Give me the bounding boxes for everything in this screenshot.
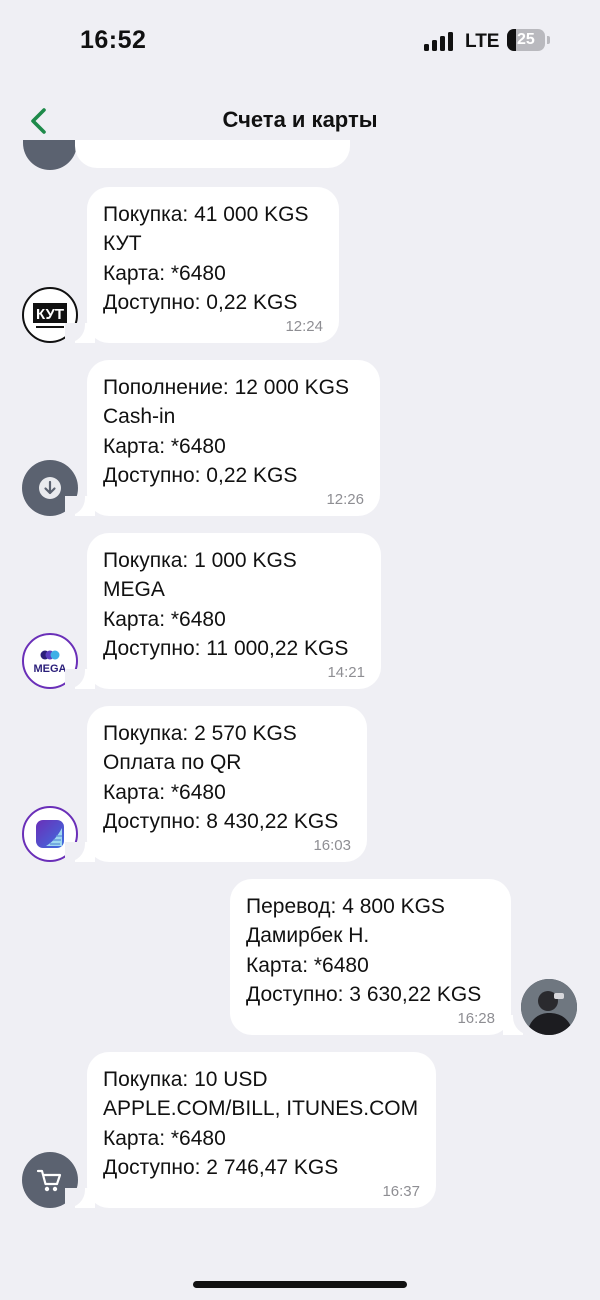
svg-text:КУТ: КУТ (36, 306, 64, 323)
message-line: APPLE.COM/BILL, ITUNES.COM (103, 1097, 419, 1121)
message-line: Перевод: 4 800 KGS (246, 895, 445, 918)
message-line: Карта: *6480 (103, 780, 226, 804)
cellular-signal-icon (424, 31, 454, 51)
message-line: Пополнение: 12 000 KGS (103, 376, 349, 399)
contact-photo-icon (521, 979, 577, 1035)
message-line: Покупка: 41 000 KGS (103, 203, 309, 226)
message-time: 16:28 (457, 1010, 495, 1027)
message-time: 12:26 (326, 491, 364, 508)
svg-text:MEGA: MEGA (34, 663, 67, 675)
message-line: Дамирбек Н. (246, 924, 370, 948)
contact-avatar (521, 979, 577, 1035)
message-line: Карта: *6480 (103, 434, 226, 458)
message-time: 16:37 (382, 1183, 420, 1200)
message-line: Доступно: 0,22 KGS (103, 463, 298, 487)
message-line: Карта: *6480 (246, 953, 369, 977)
message-line: Карта: *6480 (103, 1126, 226, 1150)
message-line: Покупка: 10 USD (103, 1068, 268, 1091)
message-line: Покупка: 1 000 KGS (103, 549, 297, 572)
message-bubble[interactable]: Пополнение: 12 000 KGS Cash-in Карта: *6… (87, 360, 380, 516)
message-line: Доступно: 11 000,22 KGS (103, 636, 349, 660)
status-time: 16:52 (80, 26, 147, 54)
message-bubble[interactable]: Покупка: 41 000 KGS КУТ Карта: *6480 Дос… (87, 187, 339, 343)
message-line: MEGA (103, 578, 165, 602)
message-line: КУТ (103, 232, 142, 256)
message-line: Карта: *6480 (103, 261, 226, 285)
network-type: LTE (465, 31, 500, 52)
message-bubble[interactable]: Покупка: 2 570 KGS Оплата по QR Карта: *… (87, 706, 367, 862)
message-bubble[interactable]: Перевод: 4 800 KGS Дамирбек Н. Карта: *6… (230, 879, 511, 1035)
message-time: 12:24 (285, 318, 323, 335)
message-time: 16:03 (313, 837, 351, 854)
status-bar: 16:52 LTE 25 (0, 0, 600, 80)
message-bubble[interactable]: Покупка: 10 USD APPLE.COM/BILL, ITUNES.C… (87, 1052, 436, 1208)
bubble-tail (503, 1015, 533, 1035)
message-line: Cash-in (103, 405, 176, 429)
battery-tip (547, 36, 550, 44)
message-line: Карта: *6480 (103, 607, 226, 631)
page-title: Счета и карты (222, 107, 378, 132)
message-line: Доступно: 8 430,22 KGS (103, 809, 339, 833)
message-time: 14:21 (327, 664, 365, 681)
avatar (23, 140, 77, 170)
message-bubble[interactable] (75, 140, 350, 168)
message-line: Доступно: 0,22 KGS (103, 290, 298, 314)
home-indicator[interactable] (193, 1281, 407, 1288)
message-line: Доступно: 3 630,22 KGS (246, 982, 482, 1006)
message-line: Покупка: 2 570 KGS (103, 722, 297, 745)
battery-level: 25 (517, 31, 535, 48)
message-line: Оплата по QR (103, 751, 242, 775)
message-bubble[interactable]: Покупка: 1 000 KGS MEGA Карта: *6480 Дос… (87, 533, 381, 689)
message-line: Доступно: 2 746,47 KGS (103, 1155, 339, 1179)
battery-icon: 25 (507, 29, 545, 51)
